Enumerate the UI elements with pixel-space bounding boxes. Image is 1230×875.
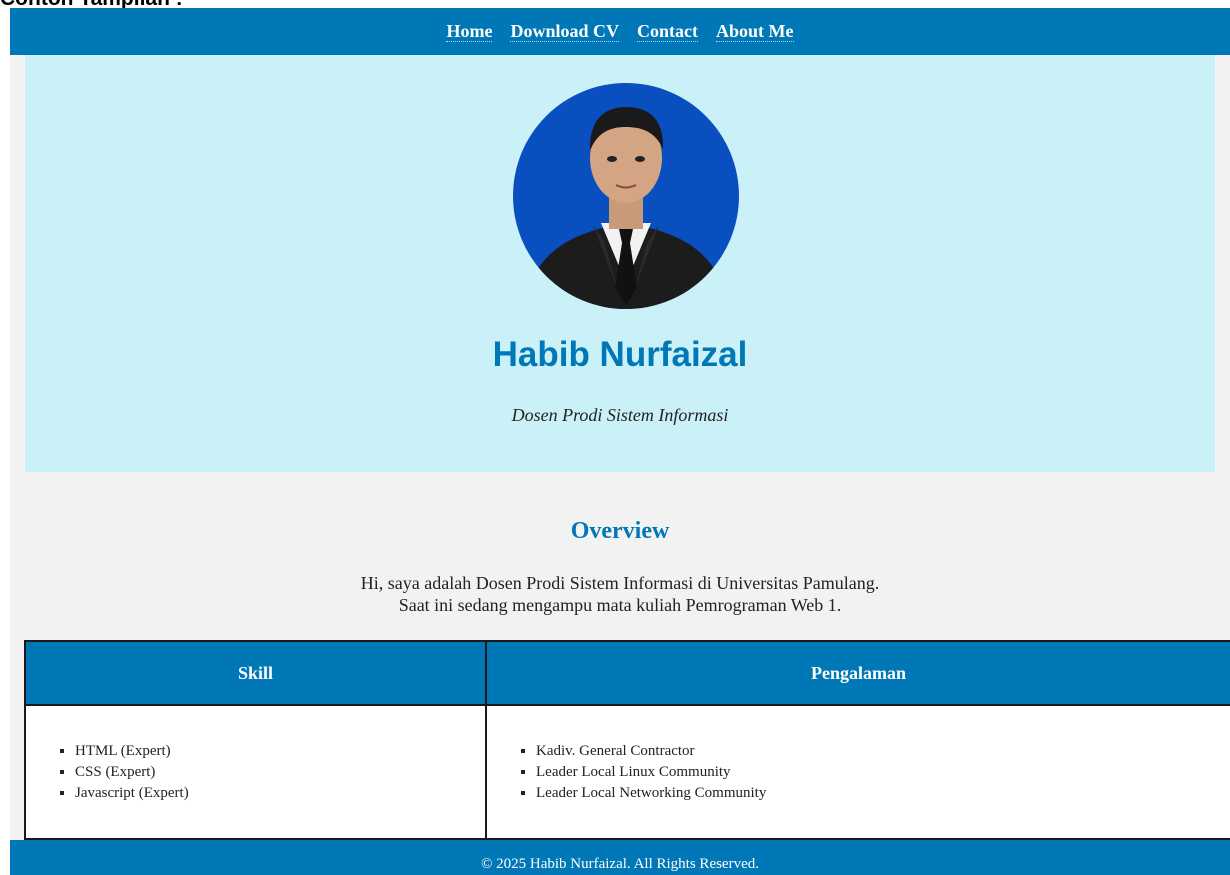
navbar: Home Download CV Contact About Me	[10, 8, 1230, 55]
nav-contact-link[interactable]: Contact	[637, 21, 698, 42]
skill-experience-table: Skill Pengalaman HTML (Expert) CSS (Expe…	[24, 640, 1230, 840]
skill-list: HTML (Expert) CSS (Expert) Javascript (E…	[27, 741, 484, 804]
hero-section: Habib Nurfaizal Dosen Prodi Sistem Infor…	[25, 55, 1215, 472]
overview-title: Overview	[570, 518, 670, 544]
footer: © 2025 Habib Nurfaizal. All Rights Reser…	[10, 840, 1230, 875]
list-item: Javascript (Expert)	[75, 783, 484, 804]
skill-cell: HTML (Expert) CSS (Expert) Javascript (E…	[24, 704, 487, 840]
table-row: HTML (Expert) CSS (Expert) Javascript (E…	[24, 704, 1230, 840]
list-item: HTML (Expert)	[75, 741, 484, 762]
profile-photo	[513, 83, 739, 309]
list-item: CSS (Expert)	[75, 762, 484, 783]
table-header-row: Skill Pengalaman	[24, 640, 1230, 706]
experience-cell: Kadiv. General Contractor Leader Local L…	[485, 704, 1230, 840]
nav-about-me-link[interactable]: About Me	[716, 21, 794, 42]
profile-role: Dosen Prodi Sistem Informasi	[511, 405, 729, 425]
footer-copyright: © 2025 Habib Nurfaizal. All Rights Reser…	[480, 856, 759, 872]
list-item: Leader Local Networking Community	[536, 783, 1229, 804]
overview-text: Hi, saya adalah Dosen Prodi Sistem Infor…	[10, 572, 1230, 616]
list-item: Kadiv. General Contractor	[536, 741, 1229, 762]
experience-list: Kadiv. General Contractor Leader Local L…	[488, 741, 1229, 804]
profile-photo-illustration	[513, 83, 739, 309]
nav-download-cv-link[interactable]: Download CV	[510, 21, 619, 42]
overview-line-2: Saat ini sedang mengampu mata kuliah Pem…	[398, 595, 842, 615]
page-container: Home Download CV Contact About Me Habib …	[10, 8, 1230, 875]
nav-home-link[interactable]: Home	[446, 21, 493, 42]
profile-name: Habib Nurfaizal	[492, 335, 748, 374]
header-skill: Skill	[24, 640, 487, 706]
list-item: Leader Local Linux Community	[536, 762, 1229, 783]
header-experience: Pengalaman	[485, 640, 1230, 706]
overview-line-1: Hi, saya adalah Dosen Prodi Sistem Infor…	[360, 573, 880, 593]
